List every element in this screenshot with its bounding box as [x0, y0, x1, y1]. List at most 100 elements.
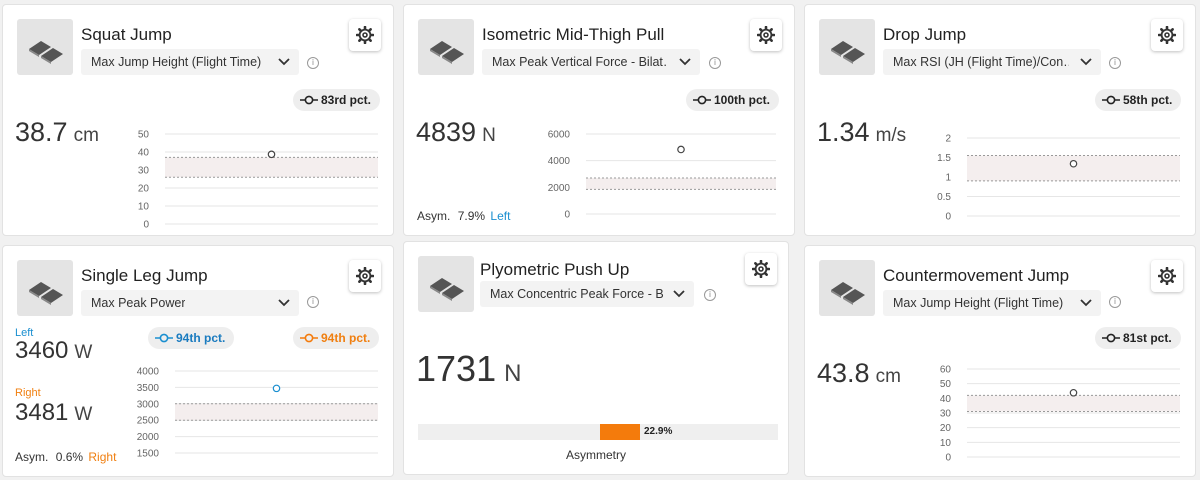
chevron-down-icon — [1080, 58, 1092, 66]
gear-icon — [752, 260, 770, 278]
value-unit: N — [482, 125, 496, 146]
tick-label: 40 — [138, 148, 150, 159]
asym-label: Asym. — [15, 450, 49, 464]
exercise-thumbnail-icon — [17, 260, 73, 316]
tick-label: 0 — [143, 220, 149, 231]
info-icon[interactable]: i — [307, 57, 319, 69]
info-icon[interactable]: i — [704, 289, 716, 301]
percentile-badge-left: 94th pct. — [148, 327, 235, 349]
asym-value: 7.9% — [457, 209, 486, 223]
chevron-down-icon — [673, 290, 685, 298]
percentile-icon — [155, 333, 173, 343]
settings-button[interactable] — [349, 19, 381, 51]
info-icon[interactable]: i — [1109, 57, 1121, 69]
percentile-text: 58th pct. — [1123, 93, 1173, 107]
metric-select[interactable]: Max RSI (JH (Flight Time)/Con… — [883, 49, 1101, 75]
percentile-icon — [300, 95, 318, 105]
tick-label: 0 — [564, 210, 570, 221]
value-number: 4839 — [416, 117, 477, 147]
percentile-icon — [693, 95, 711, 105]
percentile-badge-right: 94th pct. — [293, 327, 380, 349]
data-point — [677, 145, 685, 154]
tick-label: 1.5 — [937, 153, 951, 164]
metric-select-label: Max Concentric Peak Force - Bi… — [490, 287, 664, 301]
card-title: Countermovement Jump — [883, 266, 1070, 285]
range-chart: 4000 3500 3000 2500 2000 1500 — [137, 367, 378, 460]
chevron-down-icon — [679, 58, 691, 66]
tick-label: 1500 — [137, 449, 160, 460]
metric-value: 1.34 m/s — [817, 117, 906, 148]
tick-label: 1 — [945, 173, 951, 184]
asymmetry-caption: Asymmetry — [566, 448, 626, 462]
tick-label: 2000 — [548, 183, 571, 194]
card-title: Drop Jump — [883, 25, 967, 44]
metric-value: 1731 N — [416, 348, 521, 390]
value-number: 43.8 — [817, 358, 870, 388]
metric-select[interactable]: Max Jump Height (Flight Time) — [883, 290, 1101, 316]
info-icon[interactable]: i — [307, 296, 319, 308]
info-icon[interactable]: i — [709, 57, 721, 69]
tick-label: 2500 — [137, 416, 160, 427]
metric-select[interactable]: Max Concentric Peak Force - Bi… — [480, 281, 694, 307]
metric-select[interactable]: Max Peak Vertical Force - Bilat… — [482, 49, 700, 75]
data-point — [1069, 388, 1078, 397]
exercise-thumbnail-icon — [418, 256, 474, 312]
exercise-thumbnail-icon — [819, 19, 875, 75]
tick-label: 20 — [940, 423, 952, 434]
card-title: Isometric Mid-Thigh Pull — [482, 25, 665, 44]
right-value: 3481 W — [15, 399, 92, 427]
card-single-leg-jump: Single Leg Jump Max Peak Power i 94th pc… — [2, 245, 394, 477]
settings-button[interactable] — [1151, 19, 1183, 51]
percentile-badge: 81st pct. — [1095, 327, 1181, 349]
value-unit: W — [74, 342, 93, 363]
metric-select-label: Max Jump Height (Flight Time) — [91, 55, 262, 69]
tick-label: 30 — [940, 409, 952, 420]
metric-select[interactable]: Max Peak Power — [81, 290, 299, 316]
exercise-thumbnail-icon — [17, 19, 73, 75]
plates-icon — [29, 41, 63, 64]
metric-select-label: Max Jump Height (Flight Time) — [893, 296, 1064, 310]
tick-label: 50 — [138, 130, 150, 141]
left-value: 3460 W — [15, 337, 92, 365]
value-number: 3460 — [15, 337, 69, 364]
info-icon[interactable]: i — [1109, 296, 1121, 308]
metric-select-label: Max RSI (JH (Flight Time)/Con… — [893, 55, 1069, 69]
plates-icon — [831, 41, 865, 64]
exercise-thumbnail-icon — [819, 260, 875, 316]
asym-side: Right — [88, 450, 117, 464]
asymmetry-value: 22.9% — [644, 426, 673, 437]
plates-icon — [430, 41, 464, 64]
tick-label: 50 — [940, 379, 952, 390]
asym-label: Asym. — [417, 209, 451, 223]
normal-range-band — [586, 178, 776, 190]
tick-label: 60 — [940, 365, 952, 376]
plates-icon — [831, 282, 865, 305]
card-plyometric-push-up: Plyometric Push Up Max Concentric Peak F… — [403, 241, 789, 475]
tick-label: 10 — [940, 438, 952, 449]
settings-button[interactable] — [1151, 260, 1183, 292]
metric-value: 38.7 cm — [15, 117, 99, 148]
percentile-text: 94th pct. — [321, 331, 371, 345]
percentile-text: 94th pct. — [176, 331, 226, 345]
range-chart: 2 1.5 1 0.5 0 — [937, 134, 1180, 223]
tick-label: 2000 — [137, 432, 160, 443]
percentile-badge: 100th pct. — [686, 89, 780, 111]
metric-select[interactable]: Max Jump Height (Flight Time) — [81, 49, 299, 75]
chevron-down-icon — [278, 299, 290, 307]
card-title: Single Leg Jump — [81, 266, 208, 285]
value-unit: W — [74, 404, 93, 425]
chevron-down-icon — [1080, 299, 1092, 307]
plates-icon — [29, 282, 63, 305]
asym-value: 0.6% — [55, 450, 84, 464]
card-drop-jump: Drop Jump Max RSI (JH (Flight Time)/Con…… — [804, 4, 1196, 236]
tick-label: 30 — [138, 166, 150, 177]
gear-icon — [356, 26, 374, 44]
settings-button[interactable] — [745, 253, 777, 285]
range-chart: 6000 4000 2000 0 — [548, 130, 776, 221]
value-number: 38.7 — [15, 117, 68, 147]
asym-side: Left — [490, 209, 511, 223]
settings-button[interactable] — [349, 260, 381, 292]
tick-label: 40 — [940, 394, 952, 405]
settings-button[interactable] — [750, 19, 782, 51]
percentile-text: 83rd pct. — [321, 93, 372, 107]
